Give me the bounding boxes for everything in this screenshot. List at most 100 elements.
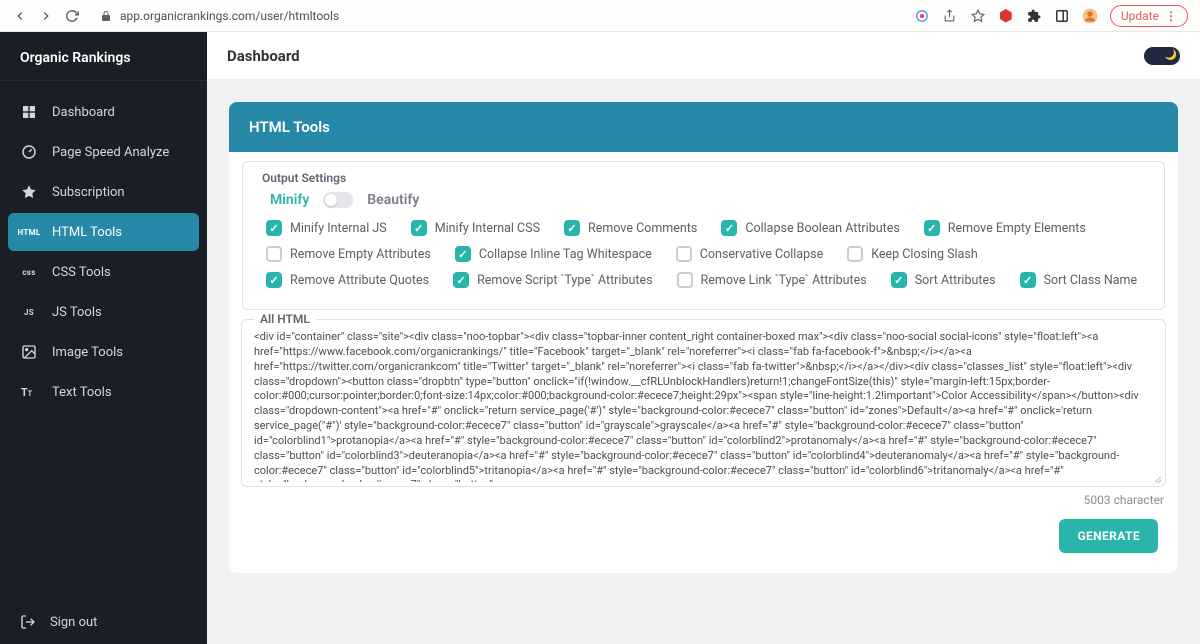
checkbox-icon[interactable]	[847, 246, 863, 262]
option-2[interactable]: Remove Comments	[564, 220, 697, 236]
more-icon: ⋮	[1165, 9, 1177, 23]
dashboard-icon	[20, 103, 38, 121]
option-label: Conservative Collapse	[700, 247, 823, 262]
puzzle-icon[interactable]	[1026, 8, 1042, 24]
signout-label: Sign out	[50, 615, 97, 630]
main-area: Dashboard 🌙 HTML Tools Output Settings M…	[207, 32, 1200, 644]
card-header: HTML Tools	[229, 102, 1178, 152]
text-icon: TT	[20, 383, 38, 401]
sidebar-item-label: Image Tools	[52, 345, 123, 360]
option-label: Remove Empty Attributes	[290, 247, 431, 262]
topbar: Dashboard 🌙	[207, 32, 1200, 80]
option-10[interactable]: Remove Script `Type` Attributes	[453, 272, 652, 288]
svg-text:T: T	[21, 386, 28, 399]
option-9[interactable]: Remove Attribute Quotes	[266, 272, 429, 288]
url-text: app.organicrankings.com/user/htmltools	[120, 9, 339, 23]
sidebar-item-label: Text Tools	[52, 385, 112, 400]
html-icon: HTML	[20, 223, 38, 241]
theme-toggle[interactable]: 🌙	[1144, 47, 1180, 65]
refresh-icon[interactable]	[64, 8, 80, 24]
panel-icon[interactable]	[1054, 8, 1070, 24]
extension-warn-icon[interactable]: ⬢	[998, 8, 1014, 24]
beautify-label: Beautify	[367, 192, 419, 208]
option-label: Remove Attribute Quotes	[290, 273, 429, 288]
sidebar-item-htmltools[interactable]: HTML HTML Tools	[8, 213, 199, 251]
option-label: Sort Class Name	[1044, 273, 1138, 288]
option-3[interactable]: Collapse Boolean Attributes	[721, 220, 899, 236]
character-count: 5003 character	[229, 487, 1178, 507]
checkbox-icon[interactable]	[266, 246, 282, 262]
checkbox-icon[interactable]	[676, 246, 692, 262]
sidebar-item-pagespeed[interactable]: Page Speed Analyze	[8, 133, 199, 171]
option-0[interactable]: Minify Internal JS	[266, 220, 387, 236]
signout-button[interactable]: Sign out	[0, 600, 207, 644]
sidebar-item-subscription[interactable]: Subscription	[8, 173, 199, 211]
option-label: Minify Internal JS	[290, 221, 387, 236]
option-1[interactable]: Minify Internal CSS	[411, 220, 540, 236]
svg-text:T: T	[28, 389, 33, 398]
resize-handle-icon[interactable]	[1152, 473, 1162, 483]
url-bar[interactable]: app.organicrankings.com/user/htmltools	[100, 9, 894, 23]
option-11[interactable]: Remove Link `Type` Attributes	[677, 272, 867, 288]
option-5[interactable]: Remove Empty Attributes	[266, 246, 431, 262]
sidebar-item-label: Dashboard	[52, 105, 115, 120]
sidebar-item-label: Page Speed Analyze	[52, 145, 169, 160]
output-settings-legend: Output Settings	[256, 171, 352, 185]
sidebar-nav: Dashboard Page Speed Analyze Subscriptio…	[0, 81, 207, 600]
sidebar-item-imagetools[interactable]: Image Tools	[8, 333, 199, 371]
option-label: Keep Closing Slash	[871, 247, 977, 262]
option-8[interactable]: Keep Closing Slash	[847, 246, 977, 262]
sidebar-item-label: JS Tools	[52, 305, 102, 320]
update-button[interactable]: Update ⋮	[1110, 5, 1188, 27]
sidebar: Organic Rankings Dashboard Page Speed An…	[0, 32, 207, 644]
option-13[interactable]: Sort Class Name	[1020, 272, 1138, 288]
minify-label: Minify	[270, 192, 309, 208]
option-label: Remove Comments	[588, 221, 697, 236]
checkbox-icon[interactable]	[891, 272, 907, 288]
js-icon: JS	[20, 303, 38, 321]
option-label: Remove Script `Type` Attributes	[477, 273, 652, 288]
forward-icon[interactable]	[38, 8, 54, 24]
checkbox-icon[interactable]	[721, 220, 737, 236]
share-icon[interactable]	[942, 8, 958, 24]
star-icon[interactable]	[970, 8, 986, 24]
mode-row: Minify Beautify	[250, 186, 1157, 220]
page-title: Dashboard	[227, 47, 300, 65]
options-group: Minify Internal JS Minify Internal CSS Rem…	[250, 220, 1157, 288]
checkbox-icon[interactable]	[564, 220, 580, 236]
option-6[interactable]: Collapse Inline Tag Whitespace	[455, 246, 652, 262]
sidebar-item-texttools[interactable]: TT Text Tools	[8, 373, 199, 411]
sidebar-item-dashboard[interactable]: Dashboard	[8, 93, 199, 131]
option-label: Sort Attributes	[915, 273, 996, 288]
profile-icon[interactable]	[1082, 8, 1098, 24]
star-icon	[20, 183, 38, 201]
mode-switch[interactable]	[323, 192, 353, 208]
option-label: Collapse Boolean Attributes	[745, 221, 899, 236]
option-label: Collapse Inline Tag Whitespace	[479, 247, 652, 262]
sidebar-item-label: HTML Tools	[52, 225, 122, 240]
checkbox-icon[interactable]	[266, 220, 282, 236]
checkbox-icon[interactable]	[266, 272, 282, 288]
option-12[interactable]: Sort Attributes	[891, 272, 996, 288]
output-settings-fieldset: Output Settings Minify Beautify Minify I…	[241, 152, 1166, 311]
checkbox-icon[interactable]	[411, 220, 427, 236]
checkbox-icon[interactable]	[677, 272, 693, 288]
option-4[interactable]: Remove Empty Elements	[924, 220, 1086, 236]
html-textarea[interactable]	[242, 320, 1165, 482]
sidebar-item-csstools[interactable]: css CSS Tools	[8, 253, 199, 291]
checkbox-icon[interactable]	[1020, 272, 1036, 288]
option-7[interactable]: Conservative Collapse	[676, 246, 823, 262]
generate-button[interactable]: GENERATE	[1059, 519, 1158, 553]
card-body: Output Settings Minify Beautify Minify I…	[229, 152, 1178, 573]
back-icon[interactable]	[12, 8, 28, 24]
brand-title: Organic Rankings	[0, 32, 207, 81]
all-html-legend: All HTML	[254, 312, 316, 326]
google-icon[interactable]	[914, 8, 930, 24]
checkbox-icon[interactable]	[455, 246, 471, 262]
checkbox-icon[interactable]	[924, 220, 940, 236]
sidebar-item-label: CSS Tools	[52, 265, 111, 280]
sidebar-item-jstools[interactable]: JS JS Tools	[8, 293, 199, 331]
checkbox-icon[interactable]	[453, 272, 469, 288]
image-icon	[20, 343, 38, 361]
css-icon: css	[20, 263, 38, 281]
